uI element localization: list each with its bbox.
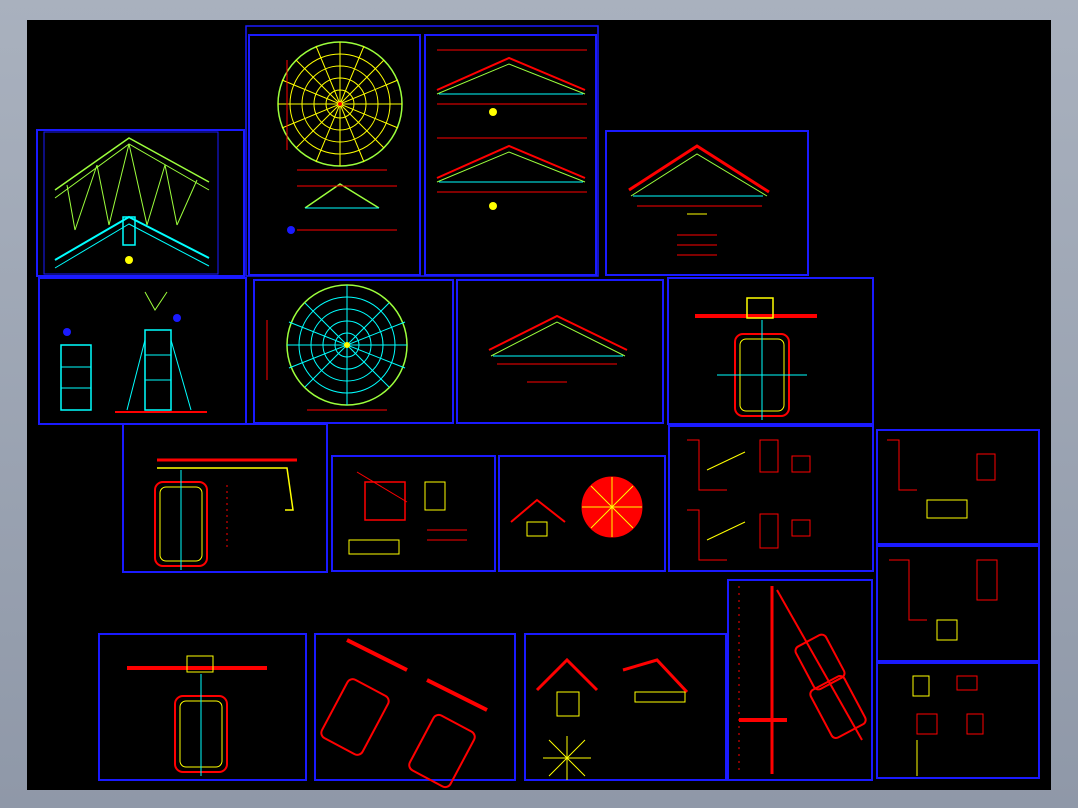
sheet-truss-elevation[interactable] xyxy=(36,129,245,277)
sheet-roof-section-2[interactable] xyxy=(456,279,664,424)
sheet-eave-gutter-section[interactable] xyxy=(122,423,328,573)
sheet-ridge-cap-details[interactable] xyxy=(524,633,727,781)
drawing-canvas[interactable] xyxy=(27,20,1051,790)
sheet-roof-section-tiled[interactable] xyxy=(605,130,809,276)
sheet-wall-purlin-section[interactable] xyxy=(727,579,873,781)
sheet-joint-details-2[interactable] xyxy=(876,429,1040,545)
sheet-joint-details-3[interactable] xyxy=(876,545,1040,662)
sheet-connection-details-1[interactable] xyxy=(331,455,496,572)
application-frame xyxy=(0,0,1078,808)
sheet-dome-plan-1[interactable] xyxy=(245,25,599,277)
sheet-inclined-purlin-sections[interactable] xyxy=(314,633,516,789)
sheet-joint-details-1[interactable] xyxy=(668,425,874,572)
sheet-roof-sections-1[interactable] xyxy=(424,34,597,276)
sheet-joint-details-4[interactable] xyxy=(876,662,1040,779)
sheet-dome-plan-2[interactable] xyxy=(253,279,454,424)
cad-drawing[interactable] xyxy=(27,20,1051,790)
sheet-purlin-section-large[interactable] xyxy=(98,633,307,781)
sheet-ridge-star-detail[interactable] xyxy=(498,455,666,572)
sheet-ridge-purlin-section[interactable] xyxy=(667,277,874,425)
sheet-truss-details[interactable] xyxy=(38,277,247,425)
